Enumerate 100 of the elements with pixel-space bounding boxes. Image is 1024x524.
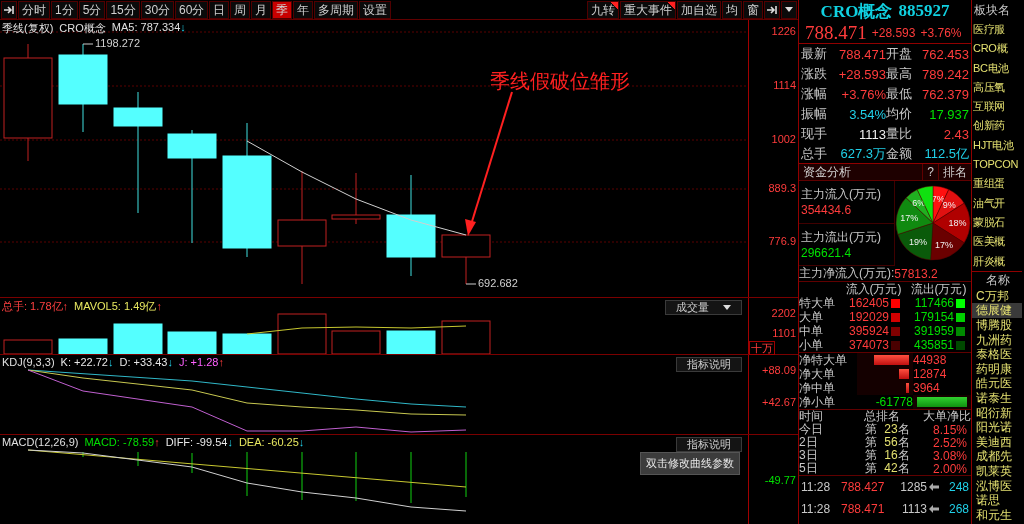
period-tab[interactable]: 分时 [18,0,50,19]
stock-item[interactable]: 昭衍新 [972,405,1022,421]
outflow-amount: 435851 [913,338,954,352]
rank-prefix: 第 [864,422,877,436]
indicator-value: 总手: 1.78亿↑ [2,299,69,314]
sector-item[interactable]: 创新药 [972,116,1022,136]
big-order-ratio: 8.15% [931,422,968,437]
sector-item[interactable]: 蒙脱石 [972,212,1022,233]
price-change: +28.593 [871,25,916,40]
tick-count: 248 [947,480,969,494]
axis-label: 1114 [773,79,796,91]
sector-item[interactable]: CRO概 [972,39,1022,59]
quote-label: 现手 [801,125,828,143]
slice-label: 19% [909,236,928,247]
indicator-help-button[interactable]: 指标说明 [676,357,742,372]
stock-item[interactable]: C万邦 [972,288,1022,304]
quote-value: 788.471 [838,46,886,62]
tick-time: 11:28 [801,480,832,494]
stock-item[interactable]: 诺泰生 [972,391,1022,406]
outflow-value: 296621.4 [801,245,853,260]
stock-item[interactable]: 皓元医 [972,376,1022,391]
period-label: 5日 [799,461,819,477]
toolbar-button[interactable]: 窗 [743,0,763,19]
rank-value: 56名 [883,435,911,449]
sector-item[interactable]: 油气开 [972,193,1022,213]
quote-value: +3.76% [840,86,886,102]
period-tab[interactable]: 30分 [140,0,175,19]
sector-item[interactable]: 高压氧 [972,77,1022,98]
stock-item[interactable]: 和元生 [972,507,1022,523]
volume-bar [167,331,217,354]
stock-item[interactable]: 泰格医 [972,347,1022,362]
stock-item[interactable]: 药明康 [972,361,1022,377]
quote-label: 涨幅 [801,85,828,103]
net-inflow-value: 57813.2 [894,266,938,281]
stock-item[interactable]: 诺思 [972,493,1022,508]
rank-value: 42名 [883,461,911,477]
stock-item[interactable]: 凯莱英 [972,464,1022,479]
period-tab[interactable]: 1分 [51,0,78,19]
quote-value: 17.937 [928,106,969,122]
net-flow-value: 44938 [913,353,948,367]
inflow-amount: 192029 [848,310,889,324]
high-price-label: 1198.272 [95,37,141,49]
indicator-value: DEA: -60.25↓ [238,436,305,448]
inflow-label: 主力流入(万元) [801,186,882,204]
toolbar-button[interactable]: 重大事件 [620,0,676,19]
chart-period: 季线(复权) [2,21,54,36]
period-tab[interactable]: 15分 [106,0,140,19]
indicator-value: MACD: -78.59↑ [84,436,160,448]
stock-item[interactable]: 九洲药 [972,332,1022,348]
period-tab[interactable]: 60分 [175,0,209,19]
period-tab[interactable]: 年 [293,0,314,19]
stock-item[interactable]: 美迪西 [972,434,1022,450]
big-order-ratio: 2.00% [931,461,968,476]
collapse-button[interactable] [1,0,17,19]
chart-name: CRO概念 [59,21,106,36]
sector-item[interactable]: BC电池 [972,58,1022,78]
stock-item[interactable]: 博腾股 [972,318,1022,333]
rank-prefix: 第 [864,461,877,477]
rank-value: 23名 [883,422,911,436]
toolbar-button[interactable]: 加自选 [677,0,721,19]
net-inflow-label: 主力净流入(万元): [799,265,895,282]
sector-item[interactable]: 肝炎概 [972,251,1022,271]
net-flow-label: 净大单 [799,366,836,382]
stock-item[interactable]: 泓博医 [972,478,1022,494]
period-label: 2日 [799,435,819,449]
period-tab[interactable]: 周 [230,0,251,19]
sector-item[interactable]: 重组蛋 [972,174,1022,194]
axis-label: 1226 [771,25,796,37]
dropdown-button[interactable] [781,0,797,19]
expand-button[interactable] [764,0,780,19]
indicator-selector[interactable]: 成交量 [665,300,742,315]
stock-item[interactable]: 阳光诺 [972,420,1022,435]
period-tab[interactable]: 5分 [78,0,106,19]
period-tab[interactable]: 多周期 [314,0,359,19]
sector-item[interactable]: 互联网 [972,97,1022,117]
column-header: 流入(万元) [844,280,903,298]
indicator-help-button[interactable]: 指标说明 [676,437,742,452]
quote-label: 涨跌 [801,65,828,83]
column-header: 大单净比 [922,408,971,425]
leader-line [82,43,94,45]
indicator-value: D: +33.43↓ [119,356,173,368]
toolbar-button[interactable]: 均 [722,0,742,19]
period-tab[interactable]: 日 [209,0,230,19]
volume-bar [58,338,108,354]
outflow-amount: 179154 [913,310,954,324]
period-tab[interactable]: 设置 [359,0,392,19]
volume-bar [222,333,272,354]
stock-item[interactable]: 成都先 [972,449,1022,464]
period-tab[interactable]: 季 [272,0,293,19]
tick-count: 268 [947,502,969,516]
sector-item[interactable]: 医疗服 [972,20,1022,40]
sector-item[interactable]: 医美概 [972,232,1022,252]
toolbar-button[interactable]: 九转 [587,0,619,19]
sector-item[interactable]: TOPCON [972,155,1022,175]
index-code: 885927 [898,1,950,21]
stock-item[interactable]: 德展健 [972,303,1022,319]
period-tab[interactable]: 月 [251,0,272,19]
sector-item[interactable]: HJT电池 [972,135,1022,156]
net-flow-label: 净特大单 [799,351,848,368]
inflow-value: 354434.6 [801,203,853,218]
